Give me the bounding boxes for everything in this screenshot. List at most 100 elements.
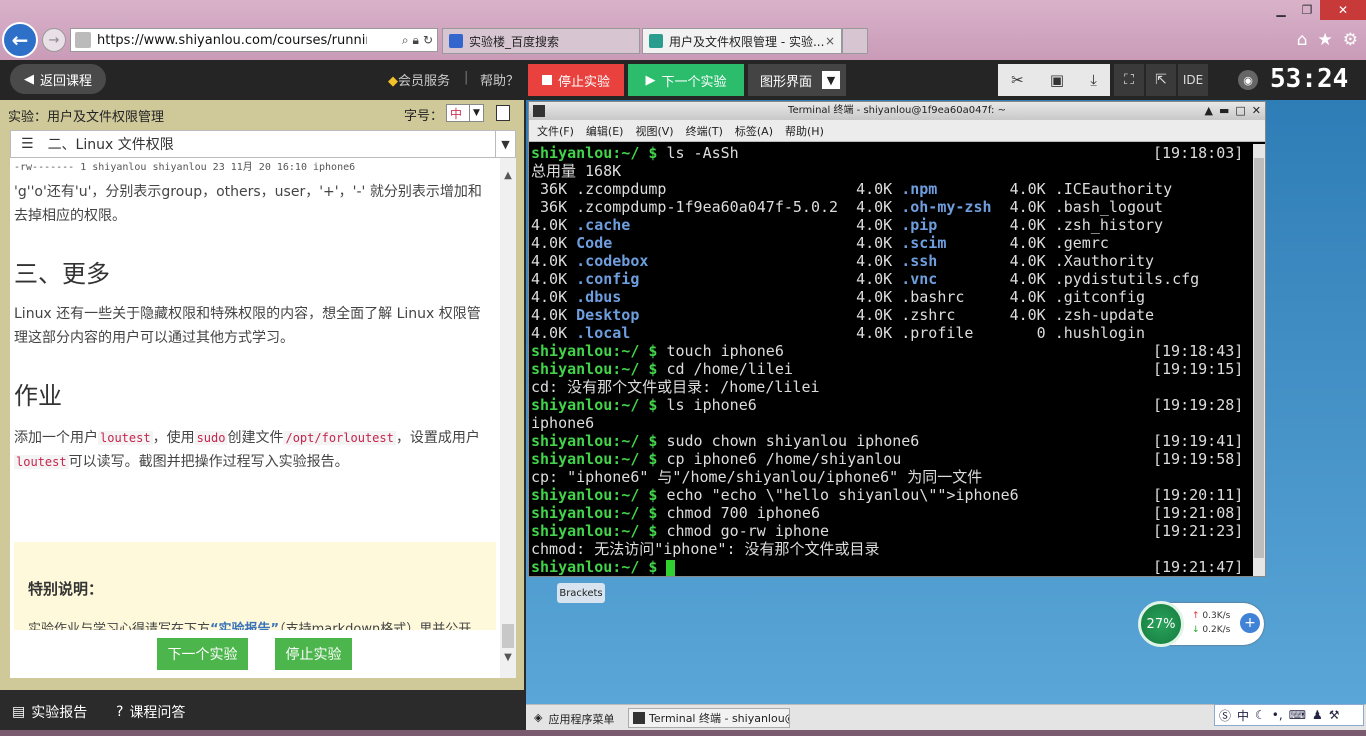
content-footer: 下一个实验 停止实验: [10, 630, 500, 678]
external-link-icon[interactable]: ⇱: [1146, 64, 1176, 96]
terminal-prompt-line[interactable]: shiyanlou:~/ $ [19:21:47]: [531, 558, 1251, 576]
chevron-down-icon: ▼: [822, 71, 840, 89]
terminal-titlebar[interactable]: Terminal 终端 - shiyanlou@1f9ea60a047f: ~ …: [529, 102, 1265, 120]
ls-row: 4.0K Desktop 4.0K .zshrc 4.0K .zsh-update: [531, 306, 1155, 324]
close-icon[interactable]: ✕: [1252, 102, 1261, 120]
download-icon[interactable]: ⤓: [1090, 71, 1097, 89]
minimize-icon[interactable]: ▁: [1268, 0, 1294, 20]
divider: |: [464, 70, 469, 85]
chevron-down-icon: ▼: [469, 105, 483, 121]
refresh-icon[interactable]: ↻: [423, 33, 433, 48]
home-icon[interactable]: ⌂: [1297, 30, 1308, 50]
restore-icon[interactable]: ❐: [1294, 0, 1320, 20]
toc-select[interactable]: ☰ 二、Linux 文件权限 ▼: [10, 130, 516, 158]
minimize-icon[interactable]: ▬: [1219, 102, 1229, 120]
plus-icon[interactable]: +: [1240, 613, 1260, 633]
usage-percent: 27%: [1138, 601, 1184, 647]
terminal-cursor: [666, 559, 676, 576]
terminal-line: shiyanlou:~/ $ cp iphone6 /home/shiyanlo…: [531, 450, 1244, 468]
ls-row: 4.0K Code 4.0K .scim 4.0K .gemrc: [531, 234, 1109, 252]
brackets-desktop-icon[interactable]: Brackets: [557, 583, 605, 603]
scroll-thumb[interactable]: [1254, 158, 1264, 558]
next-experiment-button[interactable]: ▶ 下一个实验: [628, 64, 744, 96]
user-icon[interactable]: ♟: [1312, 708, 1323, 722]
search-icon[interactable]: ⌕: [402, 33, 409, 48]
menu-help[interactable]: 帮助(H): [785, 123, 824, 139]
address-bar[interactable]: https://www.shiyanlou.com/courses/runnin…: [70, 28, 438, 52]
settings-gear-icon[interactable]: ⚙: [1343, 30, 1358, 50]
menu-tabs[interactable]: 标签(A): [735, 123, 773, 139]
heading-homework: 作业: [14, 382, 62, 410]
baidu-icon: [449, 34, 463, 48]
stop-experiment-button[interactable]: 停止实验: [528, 64, 624, 96]
window-controls: ▁ ❐ ✕: [1268, 0, 1366, 20]
note-title: 特别说明：: [28, 580, 104, 598]
scroll-down-icon[interactable]: ▼: [500, 652, 516, 663]
terminal-window[interactable]: Terminal 终端 - shiyanlou@1f9ea60a047f: ~ …: [528, 101, 1266, 577]
moon-icon[interactable]: ☾: [1255, 708, 1266, 722]
punct-icon[interactable]: •,: [1272, 708, 1283, 722]
app-menu-button[interactable]: ◈ 应用程序菜单: [534, 711, 614, 727]
course-qa-button[interactable]: ? 课程问答: [116, 702, 185, 722]
ime-logo-icon: Ⓢ: [1219, 708, 1232, 723]
member-service-link[interactable]: ◆会员服务: [388, 70, 450, 89]
taskbar-item-terminal[interactable]: Terminal 终端 - shiyanlou@...: [628, 708, 790, 728]
terminal-line: shiyanlou:~/ $ echo "echo \"hello shiyan…: [531, 486, 1244, 504]
paragraph: 'g''o'还有'u'，分别表示group，others，user，'+'，'-…: [14, 184, 482, 224]
forward-button[interactable]: →: [42, 28, 66, 52]
gui-mode-select[interactable]: 图形界面 ▼: [748, 64, 846, 96]
tool-group: ✂ ▣ ⤓: [998, 64, 1110, 96]
homework-text: 添加一个用户 loutest ，使用 sudo 创建文件/opt/forloutest，…: [14, 430, 480, 470]
browser-chrome: ▁ ❐ ✕ ← → https://www.shiyanlou.com/cour…: [0, 0, 1366, 60]
terminal-menubar: 文件(F) 编辑(E) 视图(V) 终端(T) 标签(A) 帮助(H): [529, 120, 1265, 142]
star-icon[interactable]: ★: [1318, 30, 1333, 50]
chevron-down-icon: ▼: [495, 131, 515, 157]
menu-view[interactable]: 视图(V): [635, 123, 673, 139]
close-window-icon[interactable]: ✕: [1320, 0, 1366, 20]
scroll-thumb[interactable]: [502, 624, 514, 648]
font-size-select[interactable]: 中 ▼: [446, 104, 484, 122]
page-favicon: [75, 32, 91, 48]
ime-toolbar[interactable]: Ⓢ 中 ☾ •, ⌨ ♟ ⚒: [1214, 704, 1364, 726]
tab-baidu[interactable]: 实验楼_百度搜索: [442, 28, 640, 54]
app-menu-icon: ◈: [534, 711, 543, 724]
terminal-scrollbar[interactable]: [1253, 144, 1265, 576]
terminal-output[interactable]: shiyanlou:~/ $ ls -AsSh [19:18:03] 总用量 16…: [531, 144, 1251, 576]
stop-icon: [541, 75, 552, 85]
next-experiment-bottom-button[interactable]: 下一个实验: [157, 638, 248, 670]
lesson-bottom-bar: ▤ 实验报告 ? 课程问答: [0, 690, 524, 730]
scissors-icon[interactable]: ✂: [1011, 71, 1024, 89]
url-text: https://www.shiyanlou.com/courses/runnin…: [97, 32, 367, 48]
menu-edit[interactable]: 编辑(E): [586, 123, 624, 139]
ls-row: 4.0K .codebox 4.0K .ssh 4.0K .Xauthority: [531, 252, 1155, 270]
network-monitor[interactable]: 27% ↑ 0.3K/s ↓ 0.2K/s +: [1138, 601, 1264, 647]
menu-terminal[interactable]: 终端(T): [686, 123, 723, 139]
lock-icon[interactable]: 🔒︎: [413, 33, 419, 48]
ls-row: 4.0K .cache 4.0K .pip 4.0K .zsh_history: [531, 216, 1164, 234]
maximize-up-icon[interactable]: ▲: [1205, 102, 1213, 120]
new-tab-button[interactable]: [842, 28, 868, 54]
terminal-line: shiyanlou:~/ $ chmod 700 iphone6 [19:21:0…: [531, 504, 1244, 522]
terminal-line: shiyanlou:~/ $ cd /home/lilei [19:19:15]: [531, 360, 1244, 378]
keyboard-icon[interactable]: ⌨: [1289, 708, 1306, 722]
tab-shiyanlou[interactable]: 用户及文件权限管理 - 实验... ×: [642, 28, 842, 54]
help-link[interactable]: 帮助？: [480, 70, 519, 89]
content-scrollbar[interactable]: ▲ ▼: [500, 158, 516, 678]
diamond-icon: ◆: [388, 74, 398, 89]
eye-icon[interactable]: ◉: [1238, 70, 1258, 90]
ide-button[interactable]: IDE: [1178, 64, 1208, 96]
down-arrow-icon: ↓: [1192, 625, 1200, 635]
back-button[interactable]: ←: [2, 22, 38, 58]
document-icon[interactable]: [496, 105, 510, 121]
maximize-icon[interactable]: □: [1235, 102, 1245, 120]
scroll-up-icon[interactable]: ▲: [500, 170, 516, 181]
screen-icon[interactable]: ▣: [1050, 71, 1064, 89]
close-tab-icon[interactable]: ×: [825, 34, 835, 48]
fullscreen-icon[interactable]: ⛶: [1114, 64, 1144, 96]
menu-file[interactable]: 文件(F): [537, 123, 574, 139]
stop-experiment-bottom-button[interactable]: 停止实验: [275, 638, 352, 670]
wrench-icon[interactable]: ⚒: [1329, 708, 1340, 722]
back-to-course-button[interactable]: ◀ 返回课程: [10, 64, 106, 94]
experiment-report-button[interactable]: ▤ 实验报告: [12, 702, 87, 722]
terminal-line: shiyanlou:~/ $ ls -AsSh [19:18:03]: [531, 144, 1244, 162]
